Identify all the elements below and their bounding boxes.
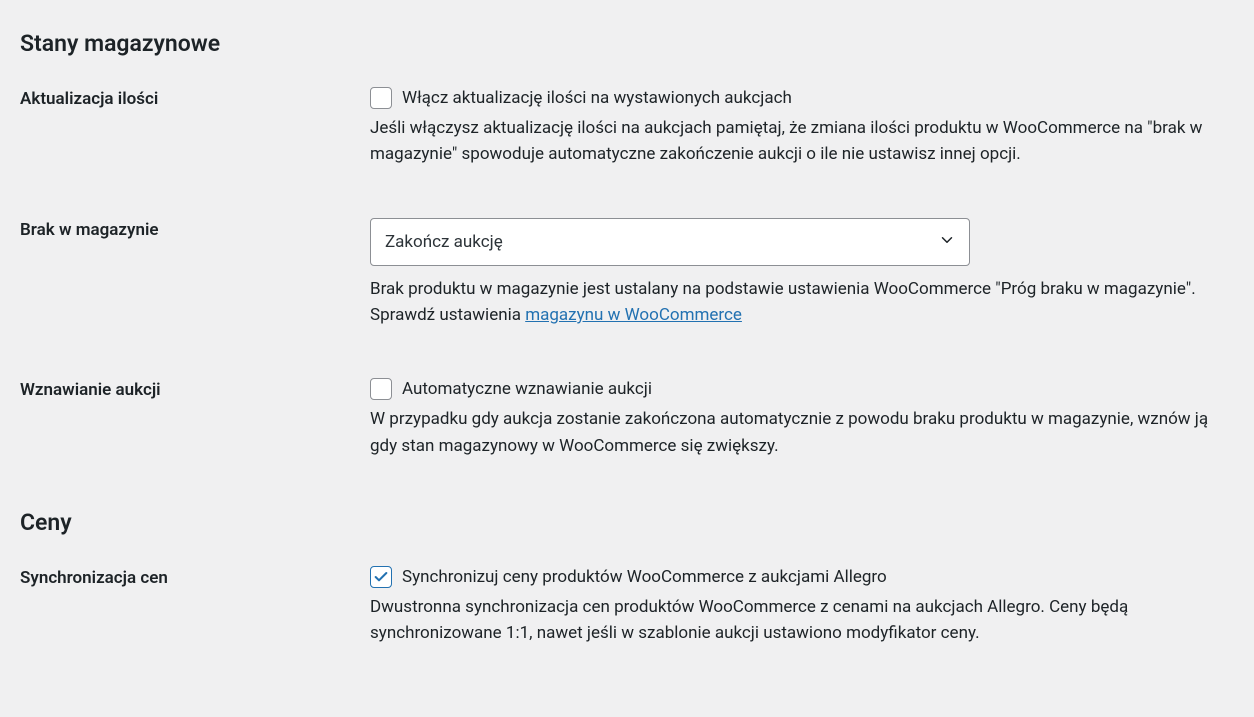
description-out-of-stock: Brak produktu w magazynie jest ustalany … bbox=[370, 276, 1220, 329]
description-resume-auction: W przypadku gdy aukcja zostanie zakończo… bbox=[370, 406, 1220, 459]
field-resume-auction: Automatyczne wznawianie aukcji W przypad… bbox=[370, 378, 1220, 459]
description-quantity-update: Jeśli włączysz aktualizację ilości na au… bbox=[370, 115, 1220, 168]
select-value-out-of-stock: Zakończ aukcję bbox=[385, 232, 503, 252]
row-price-sync: Synchronizacja cen Synchronizuj ceny pro… bbox=[20, 566, 1234, 647]
label-resume-auction: Wznawianie aukcji bbox=[20, 378, 370, 400]
checkbox-line-resume-auction: Automatyczne wznawianie aukcji bbox=[370, 378, 1220, 400]
field-out-of-stock: Zakończ aukcję Brak produktu w magazynie… bbox=[370, 218, 1220, 329]
link-woocommerce-inventory[interactable]: magazynu w WooCommerce bbox=[525, 305, 742, 325]
label-quantity-update: Aktualizacja ilości bbox=[20, 87, 370, 109]
checkbox-label-resume-auction[interactable]: Automatyczne wznawianie aukcji bbox=[402, 379, 652, 399]
description-price-sync: Dwustronna synchronizacja cen produktów … bbox=[370, 594, 1220, 647]
checkbox-label-quantity-update[interactable]: Włącz aktualizację ilości na wystawionyc… bbox=[402, 88, 792, 108]
checkbox-line-quantity-update: Włącz aktualizację ilości na wystawionyc… bbox=[370, 87, 1220, 109]
section-heading-prices: Ceny bbox=[20, 509, 1234, 536]
checkbox-label-price-sync[interactable]: Synchronizuj ceny produktów WooCommerce … bbox=[402, 567, 887, 587]
description-out-of-stock-text: Brak produktu w magazynie jest ustalany … bbox=[370, 279, 1196, 325]
row-out-of-stock: Brak w magazynie Zakończ aukcję Brak pro… bbox=[20, 218, 1234, 329]
select-wrapper-out-of-stock: Zakończ aukcję bbox=[370, 218, 970, 266]
field-quantity-update: Włącz aktualizację ilości na wystawionyc… bbox=[370, 87, 1220, 168]
checkbox-price-sync[interactable] bbox=[370, 566, 392, 588]
row-resume-auction: Wznawianie aukcji Automatyczne wznawiani… bbox=[20, 378, 1234, 459]
select-out-of-stock[interactable]: Zakończ aukcję bbox=[370, 218, 970, 266]
label-out-of-stock: Brak w magazynie bbox=[20, 218, 370, 240]
checkbox-quantity-update[interactable] bbox=[370, 87, 392, 109]
section-heading-stock: Stany magazynowe bbox=[20, 30, 1234, 57]
label-price-sync: Synchronizacja cen bbox=[20, 566, 370, 588]
row-quantity-update: Aktualizacja ilości Włącz aktualizację i… bbox=[20, 87, 1234, 168]
field-price-sync: Synchronizuj ceny produktów WooCommerce … bbox=[370, 566, 1220, 647]
checkbox-line-price-sync: Synchronizuj ceny produktów WooCommerce … bbox=[370, 566, 1220, 588]
checkbox-resume-auction[interactable] bbox=[370, 378, 392, 400]
